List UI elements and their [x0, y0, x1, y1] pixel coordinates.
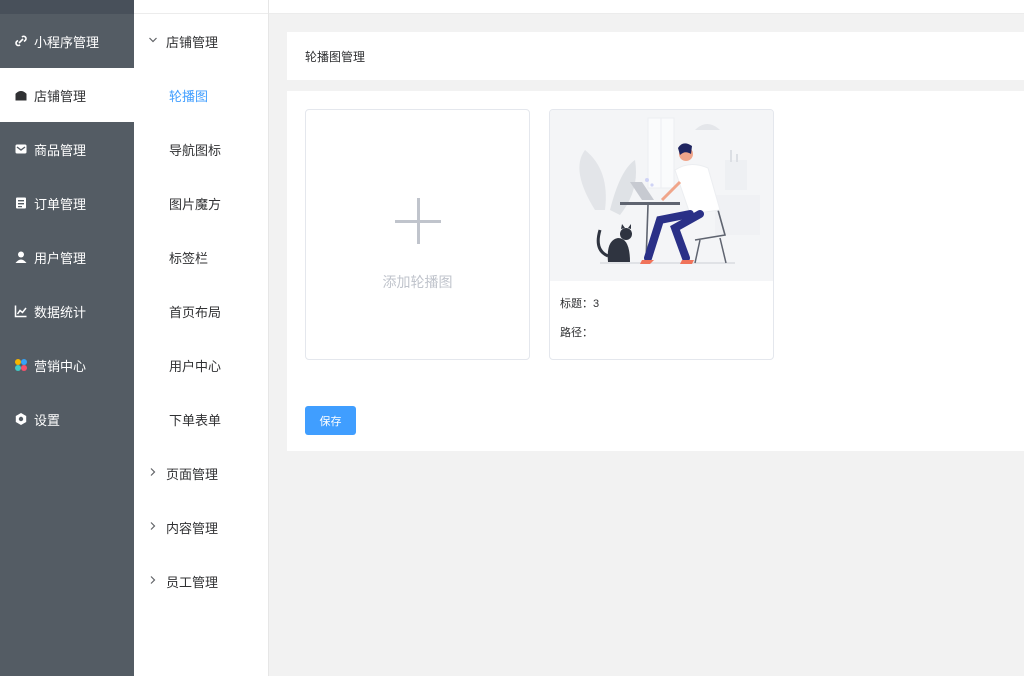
sidebar-item-goods[interactable]: 商品管理 [0, 122, 134, 176]
submenu-item-image-cube[interactable]: 图片魔方 [134, 176, 268, 230]
sidebar-top [0, 0, 134, 14]
clipboard-icon [14, 196, 28, 210]
gear-icon [14, 412, 28, 426]
carousel-item-path: 路径： [560, 327, 593, 339]
submenu-group-label: 员工管理 [166, 574, 219, 590]
chevron-right-icon [148, 467, 160, 480]
submenu-group-label: 店铺管理 [166, 34, 219, 50]
add-carousel-label: 添加轮播图 [382, 274, 453, 290]
submenu-item-carousel[interactable]: 轮播图 [134, 68, 268, 122]
sidebar-item-statistics[interactable]: 数据统计 [0, 284, 134, 338]
sidebar-item-label: 设置 [34, 412, 61, 428]
sidebar-item-label: 营销中心 [34, 358, 87, 374]
chevron-right-icon [148, 521, 160, 534]
submenu-group-shop[interactable]: 店铺管理 [134, 14, 268, 68]
carousel-item-title: 标题：3 [560, 298, 600, 310]
submenu-top [134, 0, 268, 14]
chart-icon [14, 304, 28, 318]
carousel-image [550, 110, 773, 281]
sidebar-item-miniprogram[interactable]: 小程序管理 [0, 14, 134, 68]
submenu-group-staff[interactable]: 员工管理 [134, 554, 268, 608]
sidebar-item-label: 数据统计 [34, 304, 87, 320]
sidebar-item-label: 订单管理 [34, 196, 87, 212]
submenu-item-user-center[interactable]: 用户中心 [134, 338, 268, 392]
submenu-group-label: 内容管理 [166, 520, 219, 536]
chevron-right-icon [148, 575, 160, 588]
sidebar-item-label: 小程序管理 [34, 34, 100, 50]
submenu-item-nav-icons[interactable]: 导航图标 [134, 122, 268, 176]
submenu-group-content[interactable]: 内容管理 [134, 500, 268, 554]
page-header: 轮播图管理 [287, 32, 1024, 80]
sidebar-item-label: 店铺管理 [34, 88, 87, 104]
sidebar-item-label: 用户管理 [34, 250, 87, 266]
carousel-item-card[interactable]: 标题：3 路径： [549, 109, 774, 360]
user-icon [14, 250, 28, 264]
sub-menu: 店铺管理 轮播图 导航图标 图片魔方 标签栏 首页布局 用户中心 下单表单 页面… [134, 0, 269, 676]
main-sidebar: 小程序管理 店铺管理 商品管理 订单管理 用户管理 数据统计 营销中心 设置 [0, 0, 134, 676]
sidebar-item-label: 商品管理 [34, 142, 87, 158]
add-carousel-button[interactable]: 添加轮播图 [305, 109, 530, 360]
sidebar-item-users[interactable]: 用户管理 [0, 230, 134, 284]
submenu-item-tabbar[interactable]: 标签栏 [134, 230, 268, 284]
sidebar-item-shop[interactable]: 店铺管理 [0, 68, 134, 122]
plus-icon [395, 198, 441, 244]
sidebar-item-orders[interactable]: 订单管理 [0, 176, 134, 230]
envelope-icon [14, 142, 28, 156]
carousel-panel: 添加轮播图 标题：3 路径： 保存 [287, 91, 1024, 451]
colorful-circles-icon [14, 358, 28, 372]
sidebar-item-settings[interactable]: 设置 [0, 392, 134, 446]
submenu-group-label: 页面管理 [166, 466, 219, 482]
submenu-item-order-form[interactable]: 下单表单 [134, 392, 268, 446]
link-icon [14, 34, 28, 48]
chevron-down-icon [148, 35, 160, 48]
carousel-item-meta: 标题：3 路径： [550, 281, 773, 353]
person-with-laptop-illustration [550, 110, 773, 281]
main-top-strip [269, 0, 1024, 14]
submenu-item-home-layout[interactable]: 首页布局 [134, 284, 268, 338]
save-button[interactable]: 保存 [305, 406, 356, 435]
page-title: 轮播图管理 [305, 49, 366, 64]
shop-icon [14, 88, 28, 102]
sidebar-item-marketing[interactable]: 营销中心 [0, 338, 134, 392]
submenu-group-pages[interactable]: 页面管理 [134, 446, 268, 500]
